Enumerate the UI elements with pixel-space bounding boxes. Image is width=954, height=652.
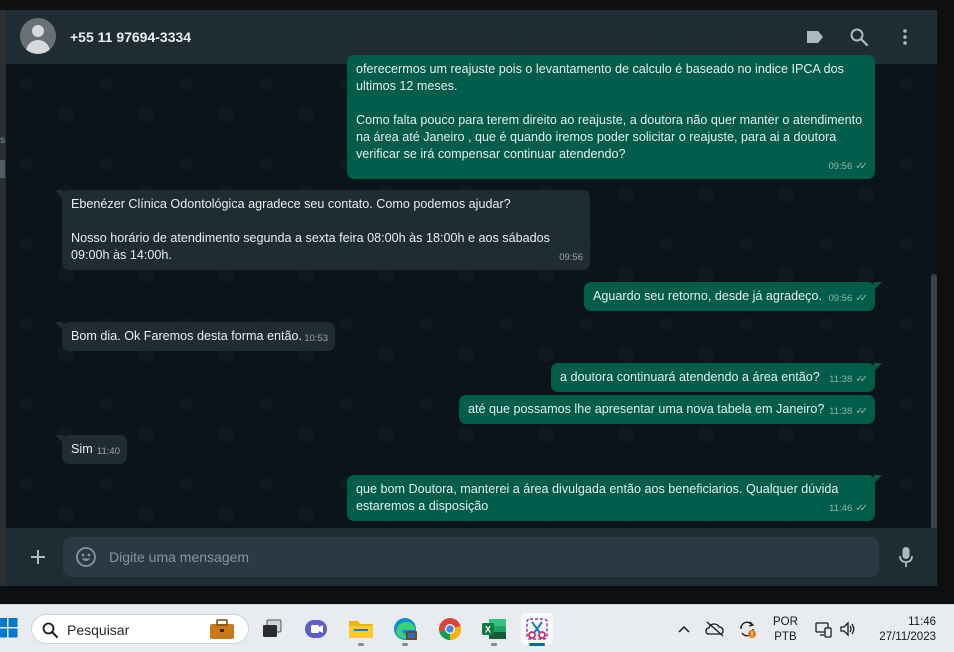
menu-icon[interactable]	[893, 25, 917, 49]
contact-avatar[interactable]	[20, 18, 56, 54]
bubble-tail	[874, 282, 882, 290]
avatar-head	[32, 25, 44, 37]
taskbar-search[interactable]: Pesquisar	[31, 614, 249, 644]
teams-icon[interactable]	[300, 613, 332, 645]
task-view-icon[interactable]	[256, 613, 288, 645]
running-indicator	[491, 643, 497, 646]
bubble-tail	[874, 363, 882, 371]
running-indicator	[358, 643, 364, 646]
bubble-tail	[55, 435, 63, 443]
background-window-glyph: s	[0, 135, 5, 146]
volume-icon[interactable]	[838, 619, 858, 639]
message-meta: 10:53	[304, 330, 328, 347]
message-text: Ebenézer Clínica Odontológica agradece s…	[71, 197, 550, 262]
bubble-tail	[55, 322, 63, 330]
contact-name[interactable]: +55 11 97694-3334	[70, 29, 191, 45]
active-app-indicator	[529, 643, 545, 646]
message-outgoing[interactable]: até que possamos lhe apresentar uma nova…	[459, 395, 875, 424]
message-composer	[6, 528, 937, 586]
message-meta: 09:56 ✓✓	[828, 290, 868, 307]
search-icon[interactable]	[847, 25, 871, 49]
message-meta: 11:38 ✓✓	[829, 371, 868, 388]
briefcase-icon	[208, 619, 236, 640]
message-time: 09:56	[828, 293, 853, 304]
message-text: Aguardo seu retorno, desde já agradeço.	[593, 289, 822, 303]
file-explorer-icon[interactable]	[345, 613, 377, 646]
system-clock[interactable]: 11:46 27/11/2023	[870, 615, 936, 645]
svg-text:X: X	[485, 625, 491, 635]
message-time: 09:56	[828, 161, 853, 172]
emoji-icon[interactable]	[75, 546, 97, 568]
message-outgoing[interactable]: que bom Doutora, manterei a área divulga…	[347, 475, 882, 521]
snipping-tool-icon[interactable]	[521, 613, 553, 646]
message-input-box[interactable]	[63, 537, 879, 577]
message-outgoing[interactable]: Aguardo seu retorno, desde já agradeço. …	[584, 282, 882, 311]
message-meta: 11:46 ✓✓	[829, 500, 868, 517]
read-ticks-icon: ✓✓	[855, 374, 868, 385]
message-text: até que possamos lhe apresentar uma nova…	[468, 402, 825, 416]
search-label: Pesquisar	[67, 622, 130, 638]
read-ticks-icon: ✓✓	[855, 503, 868, 514]
chevron-up-icon[interactable]	[674, 619, 694, 639]
bubble-tail	[874, 475, 882, 483]
message-text: que bom Doutora, manterei a área divulga…	[356, 482, 842, 513]
excel-icon[interactable]: X	[478, 613, 510, 646]
whatsapp-window: +55 11 97694-3334 oferecermos um reajust…	[6, 10, 937, 586]
message-list[interactable]: oferecermos um reajuste pois o levantame…	[6, 55, 937, 582]
microphone-icon[interactable]	[894, 544, 918, 570]
read-ticks-icon: ✓✓	[855, 161, 868, 172]
network-icon[interactable]	[814, 619, 834, 639]
clock-date: 27/11/2023	[879, 631, 936, 643]
message-time: 10:53	[304, 333, 328, 344]
message-time: 11:38	[829, 374, 853, 385]
chrome-icon[interactable]	[434, 613, 466, 645]
message-input[interactable]	[109, 537, 869, 577]
label-icon[interactable]	[803, 25, 827, 49]
message-time: 11:40	[96, 446, 120, 457]
message-incoming[interactable]: Sim 11:40	[55, 435, 127, 464]
read-ticks-icon: ✓✓	[855, 293, 868, 304]
clock-time: 11:46	[908, 616, 936, 628]
message-text: oferecermos um reajuste pois o levantame…	[356, 62, 863, 161]
message-incoming[interactable]: Ebenézer Clínica Odontológica agradece s…	[55, 190, 590, 270]
avatar-body	[26, 40, 50, 54]
windows-start-icon[interactable]	[0, 618, 18, 638]
message-outgoing[interactable]: oferecermos um reajuste pois o levantame…	[347, 55, 875, 179]
sync-warning-icon[interactable]	[737, 619, 757, 639]
message-meta: 11:40	[97, 443, 120, 460]
read-ticks-icon: ✓✓	[855, 406, 868, 417]
onedrive-offline-icon[interactable]	[705, 619, 725, 639]
edge-icon[interactable]	[389, 613, 421, 646]
message-meta: 11:38 ✓✓	[829, 403, 868, 420]
bubble-tail	[55, 190, 63, 198]
input-language[interactable]: POR PTB	[773, 615, 798, 645]
message-meta: 09:56	[559, 249, 583, 266]
keyboard-layout: PTB	[774, 631, 797, 643]
language-code: POR	[773, 616, 798, 628]
windows-taskbar: Pesquisar X POR PTB 11:46 27/11/2023	[0, 604, 954, 652]
message-time: 11:46	[829, 503, 853, 514]
message-incoming[interactable]: Bom dia. Ok Faremos desta forma então. 1…	[55, 322, 335, 351]
background-window-mark	[0, 160, 5, 178]
message-time: 09:56	[559, 252, 583, 263]
search-icon	[41, 621, 59, 644]
message-text: a doutora continuará atendendo a área en…	[560, 370, 820, 384]
message-meta: 09:56 ✓✓	[828, 158, 868, 175]
message-time: 11:38	[829, 406, 853, 417]
message-outgoing[interactable]: a doutora continuará atendendo a área en…	[551, 363, 882, 392]
running-indicator	[402, 643, 408, 646]
attach-plus-icon[interactable]	[26, 545, 50, 569]
message-text: Bom dia. Ok Faremos desta forma então.	[71, 329, 302, 343]
screen: s +55 11 97694-3334 oferecermos um reaju…	[0, 0, 954, 652]
